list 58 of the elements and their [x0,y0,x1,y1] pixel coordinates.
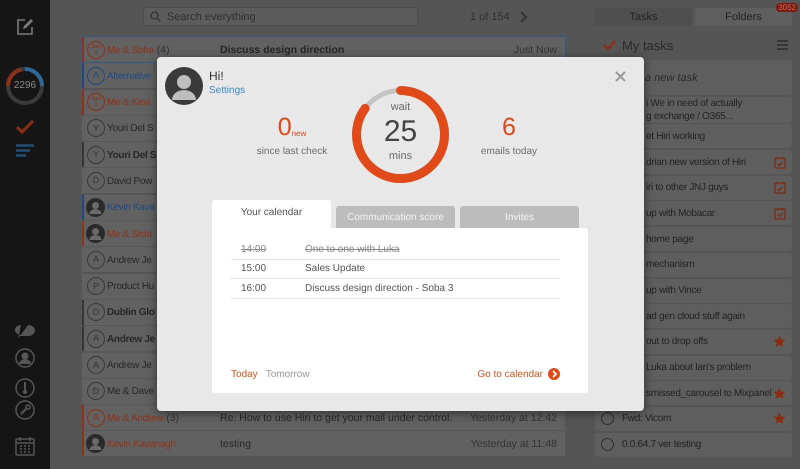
wait-minutes: 25 [384,114,418,150]
message-subject: Discuss design direction [220,44,346,56]
event-title: Discuss design direction - Soba 3 [305,282,454,294]
event-title: One to one with Luka [305,244,400,255]
sender-name: Kevin Kava [107,202,155,214]
event-title: Sales Update [305,263,366,274]
stat-caption: since last check [256,146,328,156]
task-title: smissed_carousel to Mixpanel [646,386,773,400]
sender-name: Andrew Je [107,334,155,345]
event-time: 15:00 [240,263,268,274]
task-title: Luka about Ian's problem [646,361,752,374]
sender-name: David Pow [107,176,152,187]
today-count: 6 [502,112,516,140]
count-badge: 3052 [776,3,798,12]
sender-name: Andrew Je [107,360,152,372]
wait-label: wait [390,101,410,114]
event-time: 14:00 [240,244,268,255]
dialog-tab[interactable]: Your calendar [212,200,331,228]
sender-name: Dublin Glo [107,307,155,318]
task-title: Fwd: Vicom [622,412,672,426]
settings-link[interactable]: Settings [209,85,246,96]
letter-avatar: A [87,66,105,85]
sender-name: Me & Kevi [107,97,150,108]
sender-name: Me & Andrew [107,412,164,424]
task-title: ad gen cloud stuff again [646,310,746,323]
letter-avatar: A [87,408,105,427]
task-title: up with Vince [646,284,702,297]
sender-name: Kevin Kavanagh [107,438,176,450]
unread-count: 2296 [12,80,38,91]
sender-name: Youri Del S [107,150,156,161]
wait-unit: mins [388,150,412,163]
message-subject: testing [220,438,252,450]
greeting: Hi! [209,69,225,83]
message-subject: Re: How to use Hiri to get your mail under control. [220,412,454,424]
stat-caption: emails today [480,146,538,156]
task-item[interactable]: 0.0.64.7 ver testing [595,432,792,457]
event-time: 16:00 [240,282,268,294]
task-title: drian new version of Hiri [646,156,747,169]
new-count: 0 [278,112,292,140]
sender-name: Andrew Je [107,254,152,266]
task-title: 0.0.64.7 ver testing [622,438,702,452]
task-item[interactable]: Fwd: Vicom [595,406,792,431]
new-label: new [292,128,306,138]
calendar-link[interactable]: Go to calendar [477,368,543,380]
sender-name: Me & Soba [107,44,154,56]
task-title: et Hiri working [646,130,706,143]
sender-name: Me & Srda [107,228,152,240]
day-link[interactable]: Tomorrow [266,368,310,380]
sender-name: Me & Dave [107,386,154,398]
task-title: iri to other JNJ guys [646,181,730,194]
sender-name: Product Hu [107,281,154,292]
task-title: out to drop offs [646,335,709,348]
task-title: home page [646,232,694,246]
sender-name: Youri Del S [107,123,154,134]
task-title: mechanism [646,258,696,272]
day-link[interactable]: Today [231,368,258,380]
task-title: up with Mobacar [646,206,716,220]
sender-name: Alternative [107,70,151,82]
